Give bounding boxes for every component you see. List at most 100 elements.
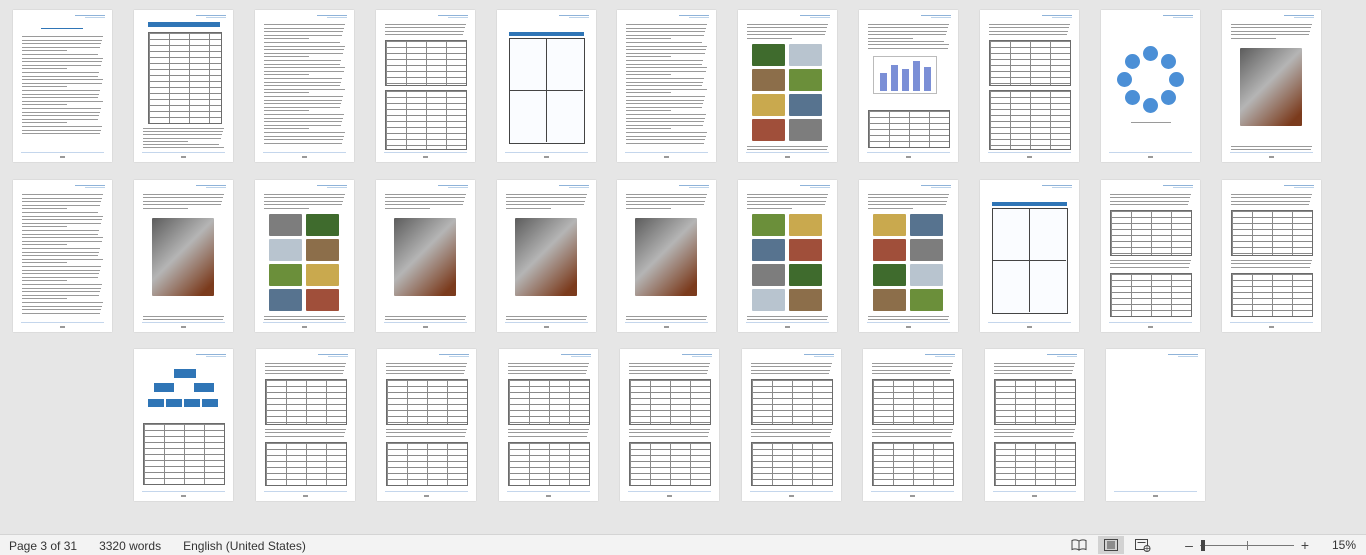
page-thumbnail[interactable] <box>134 180 233 332</box>
text-line <box>264 194 345 195</box>
text-line <box>143 194 224 195</box>
text-line <box>22 43 101 45</box>
page-header-line <box>1173 187 1193 188</box>
zoom-slider-thumb[interactable] <box>1200 540 1205 551</box>
text-line <box>264 81 341 83</box>
page-thumbnail[interactable] <box>859 180 958 332</box>
web-layout-button[interactable] <box>1130 536 1156 554</box>
data-table <box>386 379 468 425</box>
page-thumbnail[interactable] <box>13 10 112 162</box>
zoom-slider[interactable] <box>1200 536 1294 554</box>
text-line <box>22 266 101 267</box>
page-thumbnail[interactable] <box>1101 10 1200 162</box>
photo-image <box>269 264 302 286</box>
language-indicator[interactable]: English (United States) <box>183 539 306 553</box>
word-count[interactable]: 3320 words <box>99 539 161 553</box>
text-line <box>868 47 948 49</box>
page-thumbnail[interactable] <box>980 10 1079 162</box>
photo-image <box>873 264 906 286</box>
text-line <box>868 41 944 42</box>
page-header-line <box>682 354 712 355</box>
page-footer-line <box>1109 152 1192 153</box>
text-line <box>747 204 825 206</box>
page-thumbnail[interactable] <box>738 180 837 332</box>
text-line <box>506 194 587 195</box>
page-thumbnail[interactable] <box>377 349 476 501</box>
page-thumbnail[interactable] <box>255 349 355 501</box>
text-line <box>626 34 704 36</box>
page-thumbnail[interactable] <box>617 180 716 332</box>
text-line <box>264 60 341 61</box>
data-table <box>989 90 1071 150</box>
page-thumbnail[interactable] <box>617 10 716 162</box>
print-layout-button[interactable] <box>1098 536 1124 554</box>
page-number <box>181 156 186 158</box>
photo-image <box>873 239 906 261</box>
zoom-out-button[interactable]: – <box>1182 536 1196 554</box>
text-line <box>385 34 463 36</box>
page-thumbnail[interactable] <box>255 180 354 332</box>
text-line <box>143 316 224 317</box>
page-thumbnail[interactable] <box>255 10 354 162</box>
page-header-line <box>1178 356 1198 357</box>
page-thumbnail[interactable] <box>738 10 837 162</box>
page-thumbnail[interactable] <box>498 349 598 501</box>
page-header-line <box>921 15 951 16</box>
page-header-line <box>1284 185 1314 186</box>
page-header-line <box>1294 17 1314 18</box>
page-number <box>181 326 186 328</box>
text-line <box>143 137 221 139</box>
photo-image <box>752 69 785 91</box>
page-thumbnail[interactable] <box>13 180 112 332</box>
text-line <box>264 38 309 40</box>
text-line <box>872 432 952 434</box>
page-thumbnail[interactable] <box>497 10 596 162</box>
cycle-node <box>1161 90 1177 106</box>
text-line <box>264 373 343 375</box>
page-thumbnail[interactable] <box>497 180 596 332</box>
cycle-node <box>1124 53 1140 69</box>
photo-image <box>910 264 943 286</box>
title-bar <box>509 32 584 36</box>
page-header-line <box>1052 17 1072 18</box>
read-mode-button[interactable] <box>1066 536 1092 554</box>
text-line <box>993 366 1074 368</box>
photo-image <box>1240 48 1302 126</box>
page-thumbnail[interactable] <box>376 10 475 162</box>
page-thumbnail[interactable] <box>863 349 962 501</box>
photo-image <box>789 69 822 91</box>
text-line <box>143 128 224 129</box>
document-canvas[interactable] <box>0 0 1366 534</box>
page-thumbnail[interactable] <box>859 10 958 162</box>
page-thumbnail[interactable] <box>984 349 1084 501</box>
web-layout-icon <box>1135 538 1151 552</box>
text-line <box>22 208 67 210</box>
page-thumbnail[interactable] <box>134 349 233 501</box>
page-thumbnail[interactable] <box>1222 180 1321 332</box>
text-line <box>264 363 346 364</box>
page-thumbnail[interactable] <box>741 349 841 501</box>
page-header-line <box>196 15 226 16</box>
text-line <box>1231 37 1276 39</box>
text-line <box>22 126 102 127</box>
page-thumbnail[interactable] <box>980 180 1079 332</box>
zoom-percentage[interactable]: 15% <box>1312 538 1366 552</box>
data-table <box>1231 273 1313 317</box>
page-thumbnail[interactable] <box>1106 349 1205 501</box>
zoom-in-button[interactable]: + <box>1298 536 1312 554</box>
page-footer-line <box>988 322 1071 323</box>
page-header-line <box>1163 15 1193 16</box>
page-thumbnail[interactable] <box>620 349 719 501</box>
page-thumbnail[interactable] <box>134 10 233 162</box>
page-header-line <box>327 356 348 357</box>
page-indicator[interactable]: Page 3 of 31 <box>9 539 77 553</box>
page-footer-line <box>871 491 954 492</box>
text-line <box>264 207 309 209</box>
page-thumbnail[interactable] <box>1101 180 1200 332</box>
page-thumbnail[interactable] <box>376 180 475 332</box>
text-line <box>868 194 949 195</box>
text-line <box>629 369 708 371</box>
page-thumbnail[interactable] <box>1222 10 1321 162</box>
text-line <box>629 432 709 434</box>
text-line <box>22 104 67 106</box>
